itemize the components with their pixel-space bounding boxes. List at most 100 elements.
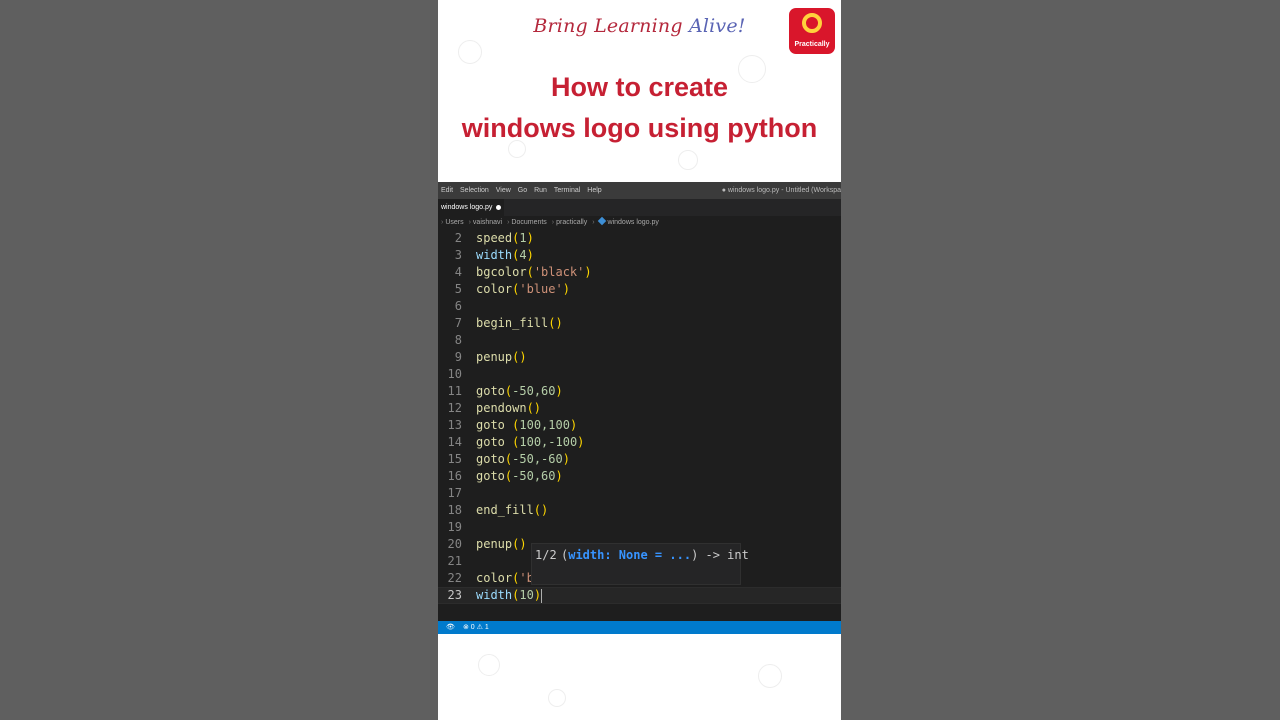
headline-line2: windows logo using python bbox=[461, 113, 818, 143]
code-token: begin_fill bbox=[476, 316, 549, 330]
code-token: color bbox=[476, 571, 513, 585]
chevron-right-icon: › bbox=[592, 219, 595, 226]
breadcrumb-vaishnavi[interactable]: vaishnavi bbox=[473, 219, 502, 226]
logo-glyph-icon bbox=[802, 13, 822, 33]
code-line[interactable]: 17 bbox=[438, 485, 841, 502]
code-line[interactable]: 9 penup() bbox=[438, 349, 841, 366]
menu-terminal[interactable]: Terminal bbox=[554, 182, 580, 199]
video-frame: Bring Learning Alive! Practically How to… bbox=[438, 0, 841, 720]
code-line[interactable]: 8 bbox=[438, 332, 841, 349]
code-line[interactable]: 10 bbox=[438, 366, 841, 383]
text-cursor bbox=[541, 588, 543, 603]
tagline-part1: Bring Learning bbox=[533, 15, 683, 37]
code-line[interactable]: 16 goto(-50,60) bbox=[438, 468, 841, 485]
menu-view[interactable]: View bbox=[496, 182, 511, 199]
code-line[interactable]: 18 end_fill() bbox=[438, 502, 841, 519]
code-line-active[interactable]: 23 width(10) bbox=[438, 587, 841, 604]
headline-line1: How to create bbox=[550, 72, 729, 102]
line-number: 2 bbox=[454, 231, 462, 245]
code-token: ) bbox=[533, 588, 542, 602]
breadcrumb-file[interactable]: windows logo.py bbox=[608, 219, 659, 226]
practically-logo: Practically bbox=[789, 8, 835, 54]
code-line[interactable]: 11 goto(-50,60) bbox=[438, 383, 841, 400]
breadcrumb-practically[interactable]: practically bbox=[556, 219, 587, 226]
code-token: 'black' bbox=[533, 265, 585, 279]
code-line[interactable]: 3 width(4) bbox=[438, 247, 841, 264]
tab-label: windows logo.py bbox=[441, 204, 493, 211]
overload-counter[interactable]: 1/2 bbox=[535, 548, 557, 562]
code-token: 100,-100 bbox=[519, 435, 578, 449]
line-number: 14 bbox=[447, 435, 462, 449]
status-bar: 👁 ⊗ 0 ⚠ 1 bbox=[438, 621, 841, 634]
code-token: ) bbox=[584, 265, 592, 279]
tagline: Bring Learning Alive! bbox=[438, 15, 841, 37]
footer-background bbox=[438, 634, 841, 720]
code-token: -50,60 bbox=[512, 384, 556, 398]
code-line[interactable]: 14 goto (100,-100) bbox=[438, 434, 841, 451]
code-line[interactable]: 13 goto (100,100) bbox=[438, 417, 841, 434]
code-token: ) bbox=[562, 452, 570, 466]
menu-edit[interactable]: Edit bbox=[441, 182, 453, 199]
code-token: () bbox=[526, 401, 542, 415]
doodle-icon bbox=[758, 664, 782, 688]
code-line[interactable]: 7 begin_fill() bbox=[438, 315, 841, 332]
line-number: 18 bbox=[447, 503, 462, 517]
vscode-editor: Edit Selection View Go Run Terminal Help… bbox=[438, 182, 841, 634]
line-number: 5 bbox=[454, 282, 462, 296]
code-line[interactable]: 4 bgcolor('black') bbox=[438, 264, 841, 281]
line-number: 11 bbox=[447, 384, 462, 398]
doodle-icon bbox=[678, 150, 698, 170]
line-number: 8 bbox=[454, 333, 462, 347]
doodle-icon bbox=[458, 40, 482, 64]
code-token: 4 bbox=[519, 248, 527, 262]
code-token: ) bbox=[526, 231, 534, 245]
code-token: ) bbox=[555, 384, 563, 398]
code-token: ) bbox=[577, 435, 585, 449]
code-line[interactable]: 15 goto(-50,-60) bbox=[438, 451, 841, 468]
code-token: goto bbox=[476, 469, 505, 483]
menu-bar: Edit Selection View Go Run Terminal Help… bbox=[438, 182, 841, 199]
signature-param: width: None = ... bbox=[568, 548, 692, 562]
chevron-right-icon: › bbox=[551, 219, 555, 226]
code-line[interactable]: 2 speed(1) bbox=[438, 230, 841, 247]
eye-icon[interactable]: 👁 bbox=[446, 621, 455, 634]
code-token: () bbox=[533, 503, 549, 517]
doodle-icon bbox=[548, 689, 566, 707]
chevron-right-icon: › bbox=[468, 219, 471, 226]
signature-text: (width: None = ...) -> int bbox=[561, 548, 749, 562]
unsaved-dot-icon[interactable] bbox=[496, 205, 502, 210]
code-token: 100,100 bbox=[519, 418, 570, 432]
breadcrumb-users[interactable]: Users bbox=[445, 219, 463, 226]
line-number: 17 bbox=[447, 486, 462, 500]
code-token: ) bbox=[526, 248, 534, 262]
code-token: () bbox=[548, 316, 563, 330]
code-token: ( bbox=[526, 265, 534, 279]
line-number: 19 bbox=[447, 520, 462, 534]
code-line[interactable]: 6 bbox=[438, 298, 841, 315]
signature-help-popup: 1/2 (width: None = ...) -> int bbox=[531, 543, 749, 585]
tab-windows-logo[interactable]: windows logo.py bbox=[438, 199, 505, 216]
code-line[interactable]: 12 pendown() bbox=[438, 400, 841, 417]
line-number: 13 bbox=[447, 418, 462, 432]
tagline-part2: Alive! bbox=[688, 15, 746, 37]
code-token: ) bbox=[562, 282, 570, 296]
chevron-right-icon: › bbox=[507, 219, 510, 226]
code-token: speed bbox=[476, 231, 513, 245]
menu-help[interactable]: Help bbox=[587, 182, 601, 199]
menu-run[interactable]: Run bbox=[534, 182, 547, 199]
line-number: 15 bbox=[447, 452, 462, 466]
menu-selection[interactable]: Selection bbox=[460, 182, 489, 199]
logo-text: Practically bbox=[794, 41, 830, 48]
code-token: goto bbox=[476, 384, 505, 398]
breadcrumb-documents[interactable]: Documents bbox=[511, 219, 546, 226]
problems-indicator[interactable]: ⊗ 0 ⚠ 1 bbox=[463, 621, 489, 634]
code-token: goto bbox=[476, 452, 505, 466]
code-line[interactable]: 5 color('blue') bbox=[438, 281, 841, 298]
code-line[interactable]: 19 bbox=[438, 519, 841, 536]
tab-bar: windows logo.py bbox=[438, 199, 841, 216]
line-number: 9 bbox=[454, 350, 462, 364]
menu-go[interactable]: Go bbox=[518, 182, 527, 199]
python-file-icon bbox=[597, 216, 606, 226]
window-title: ● windows logo.py - Untitled (Workspa bbox=[721, 187, 841, 194]
line-number: 20 bbox=[447, 537, 462, 551]
